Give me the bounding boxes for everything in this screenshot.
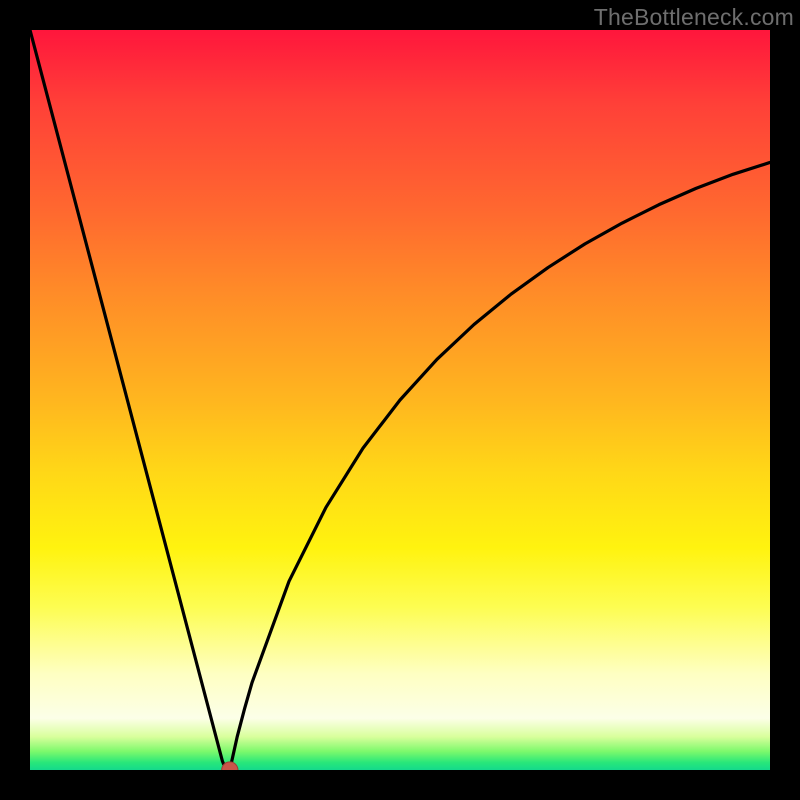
- minimum-marker: [30, 30, 770, 770]
- plot-area: [30, 30, 770, 770]
- watermark-text: TheBottleneck.com: [594, 4, 794, 31]
- chart-frame: TheBottleneck.com: [0, 0, 800, 800]
